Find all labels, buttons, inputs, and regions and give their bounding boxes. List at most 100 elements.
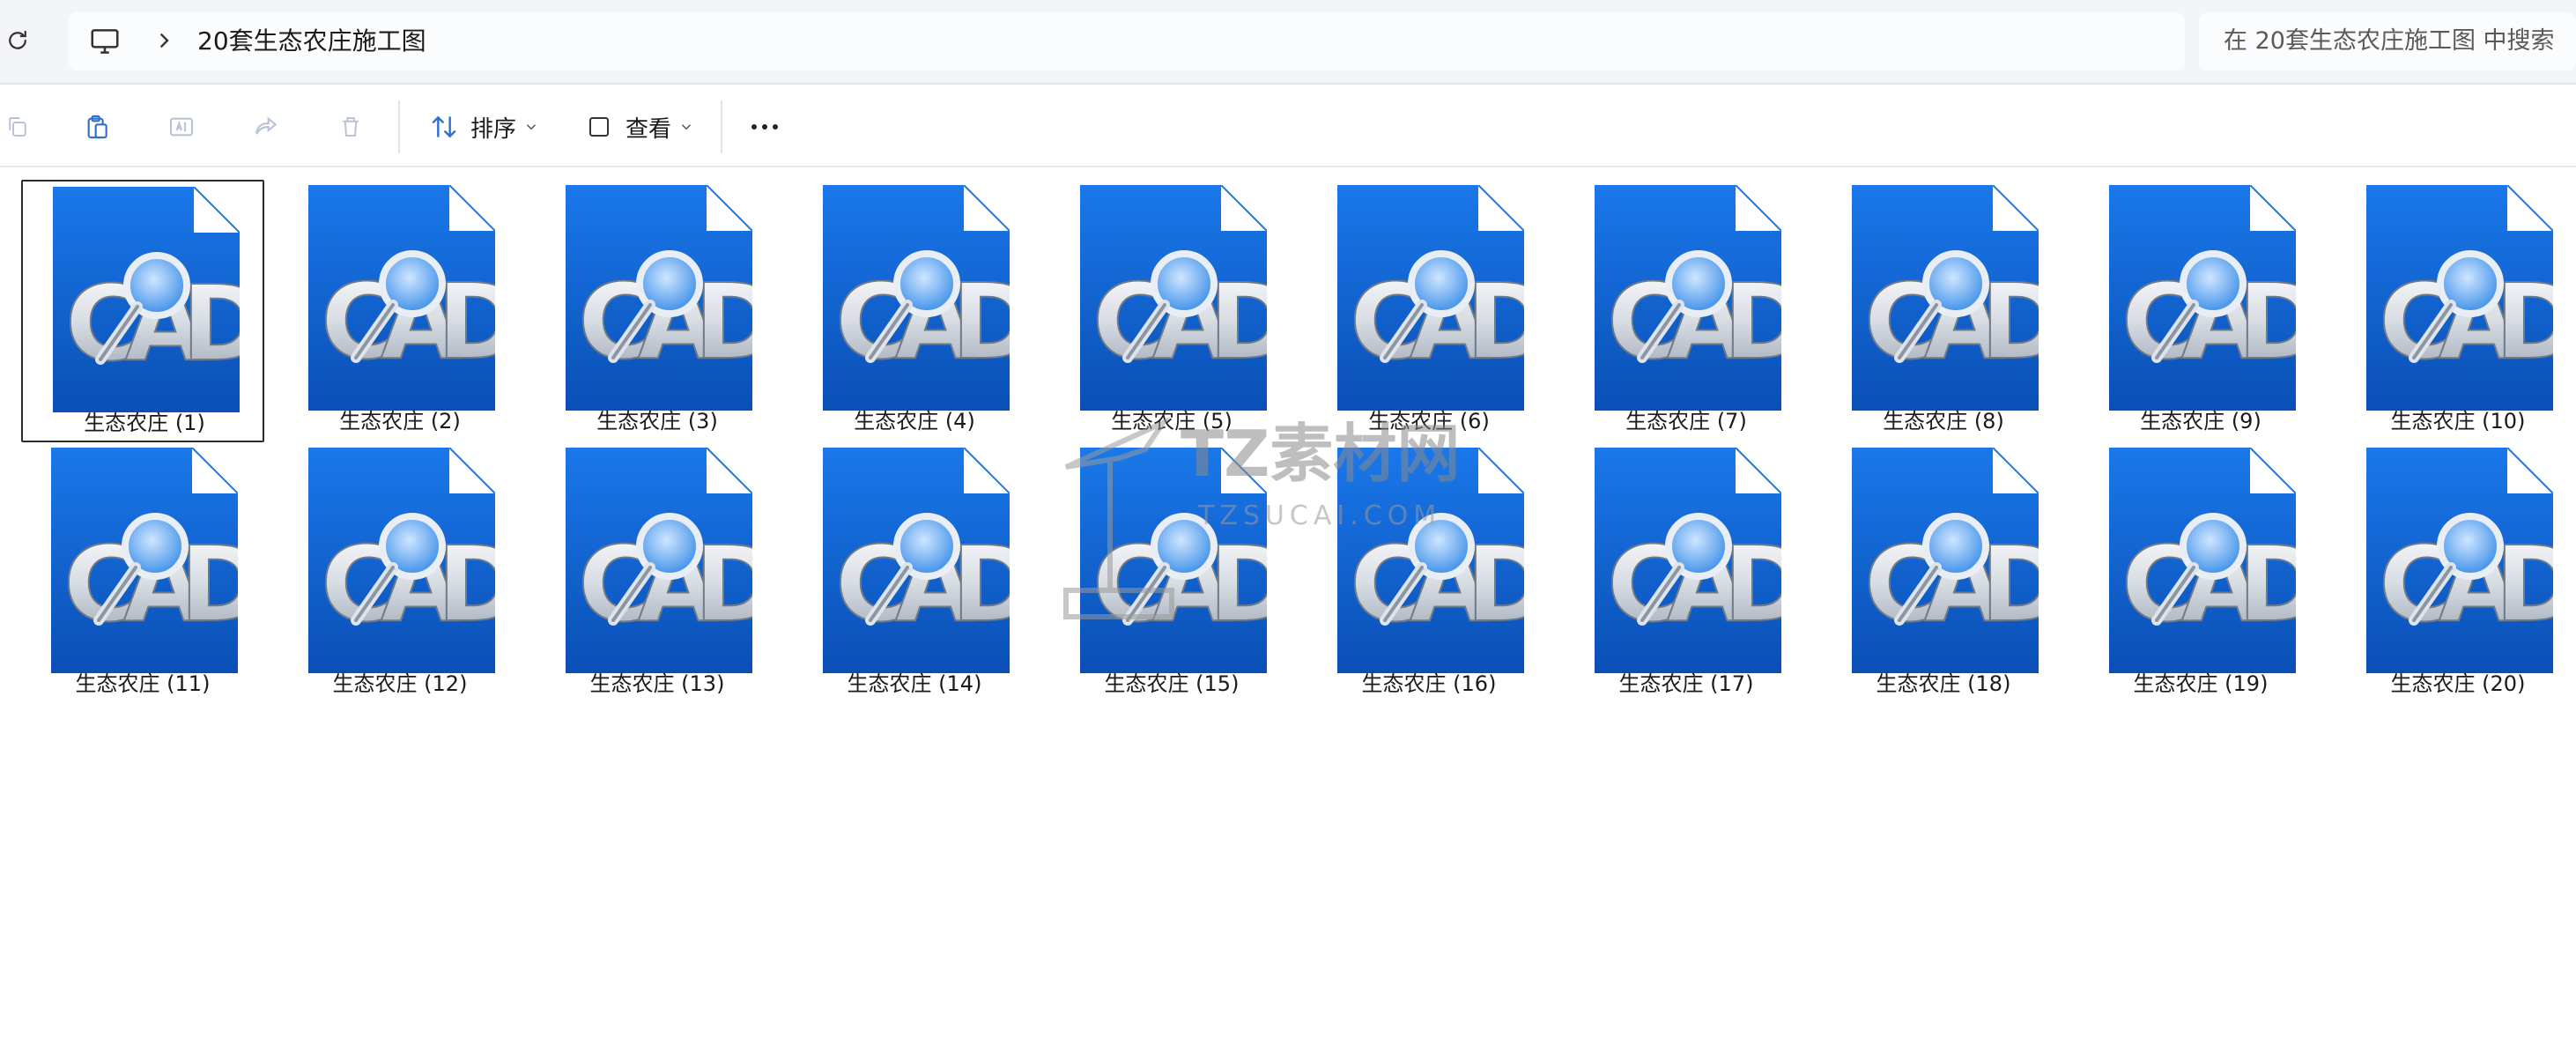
cad-file-icon: CAD — [308, 185, 495, 411]
cad-file-icon: CAD — [2366, 185, 2553, 411]
file-name: 生态农庄 (18) — [1876, 671, 2011, 696]
file-name: 生态农庄 (2) — [339, 409, 461, 434]
file-item[interactable]: C A D 生态农庄 (17) — [1565, 442, 1808, 705]
cad-file-icon: CAD — [2109, 185, 2296, 411]
svg-text:D: D — [2495, 261, 2553, 382]
cad-file-icon: CAD — [51, 448, 238, 673]
svg-text:D: D — [1723, 261, 1781, 382]
cad-file-icon: CAD — [2366, 448, 2553, 673]
file-item[interactable]: C A D 生态农庄 (14) — [793, 442, 1036, 705]
chevron-right-icon[interactable] — [150, 26, 178, 55]
file-name: 生态农庄 (10) — [2390, 409, 2526, 434]
file-item[interactable]: C A D 生态农庄 (2) — [278, 180, 522, 442]
svg-text:D: D — [2238, 261, 2296, 382]
sort-button[interactable]: 排序 — [426, 106, 539, 148]
search-input[interactable]: 在 20套生态农庄施工图 中搜索 — [2199, 12, 2576, 70]
chevron-down-icon — [681, 124, 692, 130]
svg-text:D: D — [1980, 261, 2039, 382]
cad-file-icon: CAD — [1080, 448, 1267, 673]
file-name: 生态农庄 (9) — [2140, 409, 2261, 434]
file-name: 生态农庄 (12) — [332, 671, 468, 696]
file-item[interactable]: C A D 生态农庄 (5) — [1050, 180, 1293, 442]
file-name: 生态农庄 (3) — [596, 409, 718, 434]
file-item[interactable]: C A D 生态农庄 (19) — [2079, 442, 2322, 705]
file-name: 生态农庄 (15) — [1104, 671, 1240, 696]
svg-text:D: D — [2495, 523, 2553, 645]
file-item[interactable]: C A D 生态农庄 (13) — [536, 442, 779, 705]
file-item[interactable]: C A D 生态农庄 (18) — [1822, 442, 2065, 705]
file-name: 生态农庄 (14) — [847, 671, 982, 696]
file-name: 生态农庄 (19) — [2133, 671, 2269, 696]
svg-text:D: D — [1466, 523, 1524, 645]
file-item[interactable]: C A D 生态农庄 (12) — [278, 442, 522, 705]
toolbar-divider — [398, 100, 400, 153]
cad-file-icon: CAD — [2109, 448, 2296, 673]
file-item[interactable]: C A D 生态农庄 (15) — [1050, 442, 1293, 705]
cad-file-icon: CAD — [1595, 185, 1781, 411]
svg-text:D: D — [181, 263, 240, 384]
this-pc-icon[interactable] — [88, 25, 122, 58]
svg-text:D: D — [1723, 523, 1781, 645]
copy-button[interactable] — [0, 106, 35, 148]
toolbar-divider — [721, 100, 722, 153]
address-bar-row: 20套生态农庄施工图 在 20套生态农庄施工图 中搜索 — [0, 0, 2576, 85]
file-item[interactable]: C A D 生态农庄 (9) — [2079, 180, 2322, 442]
file-name: 生态农庄 (4) — [854, 409, 975, 434]
search-placeholder: 在 20套生态农庄施工图 中搜索 — [2224, 27, 2555, 55]
file-item[interactable]: C A D 生态农庄 (6) — [1307, 180, 1551, 442]
cad-file-icon: CAD — [1852, 185, 2039, 411]
file-name: 生态农庄 (16) — [1361, 671, 1497, 696]
file-grid: C A D 生态农庄 (1) C A D 生态农庄 (2) C A D 生态农庄 (3) C A D 生态农庄… — [0, 176, 2576, 705]
svg-text:D: D — [694, 523, 752, 645]
file-item[interactable]: C A D 生态农庄 (7) — [1565, 180, 1808, 442]
paste-icon — [79, 109, 115, 145]
svg-text:D: D — [951, 261, 1010, 382]
share-icon — [248, 109, 284, 145]
refresh-button[interactable] — [2, 25, 33, 56]
cad-file-icon: CAD — [566, 448, 752, 673]
file-item[interactable]: C A D 生态农庄 (10) — [2336, 180, 2576, 442]
more-options-button[interactable] — [747, 106, 782, 148]
svg-text:D: D — [1209, 523, 1267, 645]
cad-file-icon: CAD — [823, 448, 1010, 673]
cad-file-icon: CAD — [1337, 185, 1524, 411]
rename-button[interactable] — [164, 106, 199, 148]
file-name: 生态农庄 (20) — [2390, 671, 2526, 696]
cad-file-icon: CAD — [823, 185, 1010, 411]
svg-text:D: D — [2238, 523, 2296, 645]
svg-text:D: D — [694, 261, 752, 382]
file-item[interactable]: C A D 生态农庄 (16) — [1307, 442, 1551, 705]
view-button[interactable]: 查看 — [581, 106, 694, 148]
chevron-down-icon — [526, 124, 537, 130]
svg-text:D: D — [1209, 261, 1267, 382]
file-item[interactable]: C A D 生态农庄 (11) — [21, 442, 264, 705]
file-name: 生态农庄 (5) — [1111, 409, 1232, 434]
file-item[interactable]: C A D 生态农庄 (4) — [793, 180, 1036, 442]
file-name: 生态农庄 (8) — [1883, 409, 2004, 434]
file-item[interactable]: C A D 生态农庄 (20) — [2336, 442, 2576, 705]
cad-file-icon: CAD — [1080, 185, 1267, 411]
sort-label: 排序 — [470, 115, 517, 143]
file-item[interactable]: C A D 生态农庄 (3) — [536, 180, 779, 442]
share-button[interactable] — [248, 106, 284, 148]
svg-text:D: D — [1466, 261, 1524, 382]
cad-file-icon: CAD — [1595, 448, 1781, 673]
sort-icon — [426, 109, 462, 145]
file-item[interactable]: C A D 生态农庄 (1) — [21, 180, 264, 442]
more-dots-icon — [747, 109, 782, 145]
view-label: 查看 — [625, 115, 672, 143]
trash-icon — [333, 109, 368, 145]
svg-text:D: D — [437, 261, 495, 382]
breadcrumb-folder[interactable]: 20套生态农庄施工图 — [197, 26, 426, 56]
address-bar[interactable]: 20套生态农庄施工图 — [69, 12, 2185, 70]
cad-file-icon: CAD — [566, 185, 752, 411]
delete-button[interactable] — [333, 106, 368, 148]
file-name: 生态农庄 (13) — [589, 671, 725, 696]
file-item[interactable]: C A D 生态农庄 (8) — [1822, 180, 2065, 442]
file-name: 生态农庄 (6) — [1368, 409, 1490, 434]
cad-file-icon: CAD — [53, 187, 240, 412]
svg-text:D: D — [951, 523, 1010, 645]
svg-text:D: D — [180, 523, 238, 645]
rename-icon — [164, 109, 199, 145]
paste-button[interactable] — [79, 106, 115, 148]
